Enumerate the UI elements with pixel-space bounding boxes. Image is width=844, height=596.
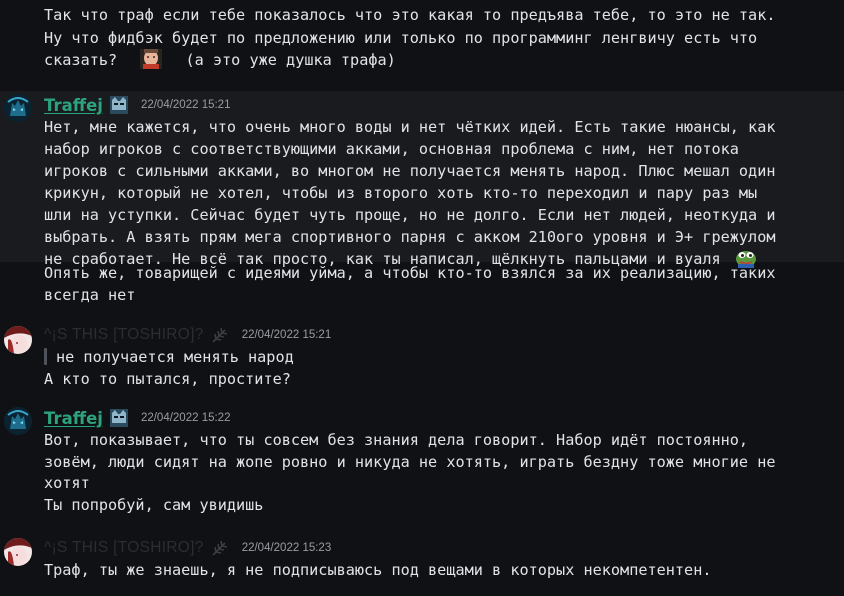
feather-badge	[210, 538, 230, 558]
quote-bar	[44, 348, 47, 365]
quote-block: не получается менять народ	[44, 346, 840, 368]
feather-badge	[210, 325, 230, 345]
message-header: ^¡S THIS [TOSHIRO]? 22/04/2022 15:21	[44, 323, 331, 347]
message-text: сказать?	[44, 51, 118, 69]
message-text-line: Вот, показывает, что ты совсем без знани…	[44, 431, 749, 449]
message-text-line: Опять же, товарищей с идеями уйма, а что…	[44, 264, 776, 282]
message-text-line: крикун, который не хотел, чтобы из второ…	[44, 184, 758, 202]
message-header: ^¡S THIS [TOSHIRO]? 22/04/2022 15:23	[44, 536, 331, 560]
message-header: Traffej 22/04/2022 15:22	[44, 406, 230, 430]
message-text-line: всегда нет	[44, 286, 136, 304]
username[interactable]: ^¡S THIS [TOSHIRO]?	[44, 326, 204, 344]
traffej-avatar[interactable]	[4, 407, 32, 435]
message-text-line: выбрать. А взять прям мега спортивного п…	[44, 228, 776, 246]
message-text-line: шли на уступки. Сейчас будет чуть проще,…	[44, 206, 776, 224]
message-text-line: Ты попробуй, сам увидишь	[44, 496, 264, 514]
message-text-line: игроков с сильными акками, во многом не …	[44, 162, 776, 180]
toshiro-avatar[interactable]	[4, 326, 32, 354]
message-text-line: набор игроков с соответствующими акками,…	[44, 140, 739, 158]
wolf-mask-badge	[109, 95, 129, 115]
quote-text: не получается менять народ	[56, 348, 294, 366]
message-text-line: Траф, ты же знаешь, я не подписываюсь по…	[44, 561, 712, 579]
message-text: (а это уже душка трафа)	[185, 51, 396, 69]
username[interactable]: ^¡S THIS [TOSHIRO]?	[44, 539, 204, 557]
message-text-line: Нет, мне кажется, что очень много воды и…	[44, 118, 776, 136]
face-emoji[interactable]	[140, 49, 163, 75]
username[interactable]: Traffej	[44, 96, 103, 115]
message-text-line: сказать? (а это уже душка трафа)	[44, 49, 840, 75]
message-text-line: зовём, люди сидят на жопе ровно и никуда…	[44, 453, 776, 471]
message-text-line: хотят	[44, 474, 90, 492]
toshiro-avatar[interactable]	[4, 538, 32, 566]
timestamp: 22/04/2022 15:21	[241, 329, 332, 341]
message-text-line: Ну что фидбэк будет по предложению или т…	[44, 29, 758, 47]
username[interactable]: Traffej	[44, 409, 103, 428]
timestamp: 22/04/2022 15:22	[140, 412, 231, 424]
traffej-avatar[interactable]	[4, 94, 32, 122]
timestamp: 22/04/2022 15:23	[241, 542, 332, 554]
message-text-line: А кто то пытался, простите?	[44, 370, 291, 388]
message-text-line: Так что траф если тебе показалось что эт…	[44, 6, 776, 24]
wolf-mask-badge	[109, 408, 129, 428]
timestamp: 22/04/2022 15:21	[140, 99, 231, 111]
message-header: Traffej 22/04/2022 15:21	[44, 93, 230, 117]
